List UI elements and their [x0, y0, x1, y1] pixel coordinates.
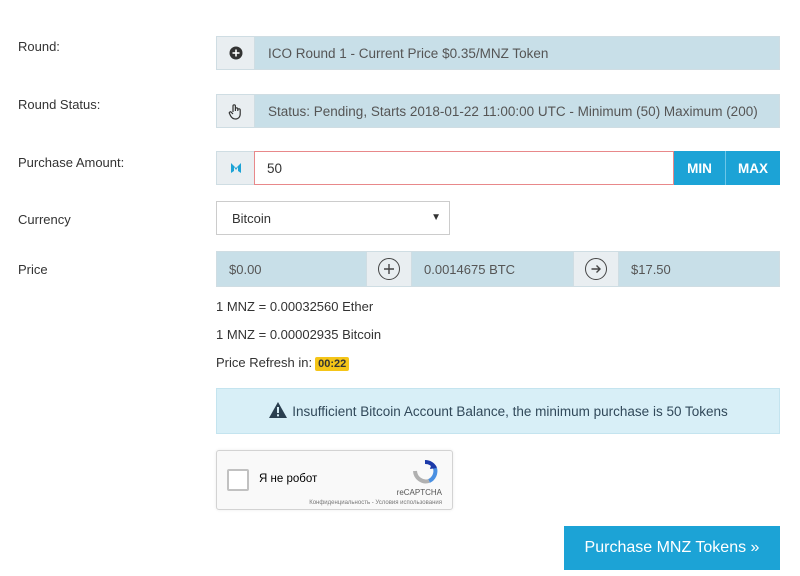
mnz-token-icon [216, 151, 254, 185]
price-refresh: Price Refresh in: 00:22 [216, 355, 350, 371]
arrow-right-circle-icon [573, 252, 619, 286]
currency-label: Currency [18, 212, 71, 227]
ether-rate: 1 MNZ = 0.00032560 Ether [216, 299, 374, 314]
price-refresh-label: Price Refresh in: [216, 355, 313, 370]
warning-icon [268, 401, 288, 422]
plus-circle-icon [217, 37, 255, 69]
price-usd: $0.00 [217, 252, 366, 286]
min-button[interactable]: MIN [674, 151, 726, 185]
currency-selected-value: Bitcoin [232, 210, 272, 226]
currency-select[interactable]: Bitcoin ▼ [216, 201, 450, 235]
round-label: Round: [18, 39, 60, 54]
price-total: $17.50 [619, 252, 779, 286]
refresh-timer-badge: 00:22 [315, 356, 350, 371]
round-status-value: Status: Pending, Starts 2018-01-22 11:00… [255, 95, 779, 127]
plus-circle-outline-icon [366, 252, 412, 286]
price-label: Price [18, 262, 48, 277]
purchase-amount-label: Purchase Amount: [18, 155, 125, 170]
recaptcha-logo-icon [410, 459, 440, 487]
price-row: $0.00 0.0014675 BTC $17.50 [216, 251, 780, 287]
dropdown-arrow-icon: ▼ [431, 212, 441, 223]
recaptcha-brand: reCAPTCHA [396, 488, 442, 497]
purchase-button[interactable]: Purchase MNZ Tokens » [564, 526, 780, 570]
price-btc: 0.0014675 BTC [412, 252, 573, 286]
bitcoin-rate: 1 MNZ = 0.00002935 Bitcoin [216, 327, 382, 342]
round-status-field: Status: Pending, Starts 2018-01-22 11:00… [216, 94, 780, 128]
recaptcha-terms-link[interactable]: Конфиденциальность - Условия использован… [309, 500, 442, 506]
insufficient-balance-alert: Insufficient Bitcoin Account Balance, th… [216, 388, 780, 434]
hand-pointer-icon [217, 95, 255, 127]
purchase-amount-input[interactable]: 50 [254, 151, 674, 185]
round-status-label: Round Status: [18, 97, 101, 112]
alert-message: Insufficient Bitcoin Account Balance, th… [292, 403, 728, 419]
max-button[interactable]: MAX [726, 151, 780, 185]
round-field: ICO Round 1 - Current Price $0.35/MNZ To… [216, 36, 780, 70]
recaptcha-checkbox[interactable] [227, 469, 249, 491]
recaptcha-label: Я не робот [259, 473, 318, 485]
recaptcha-widget: Я не робот reCAPTCHA Конфиденциальность … [216, 450, 453, 510]
purchase-amount-group: 50 MIN MAX [216, 151, 780, 185]
round-value: ICO Round 1 - Current Price $0.35/MNZ To… [255, 37, 779, 69]
